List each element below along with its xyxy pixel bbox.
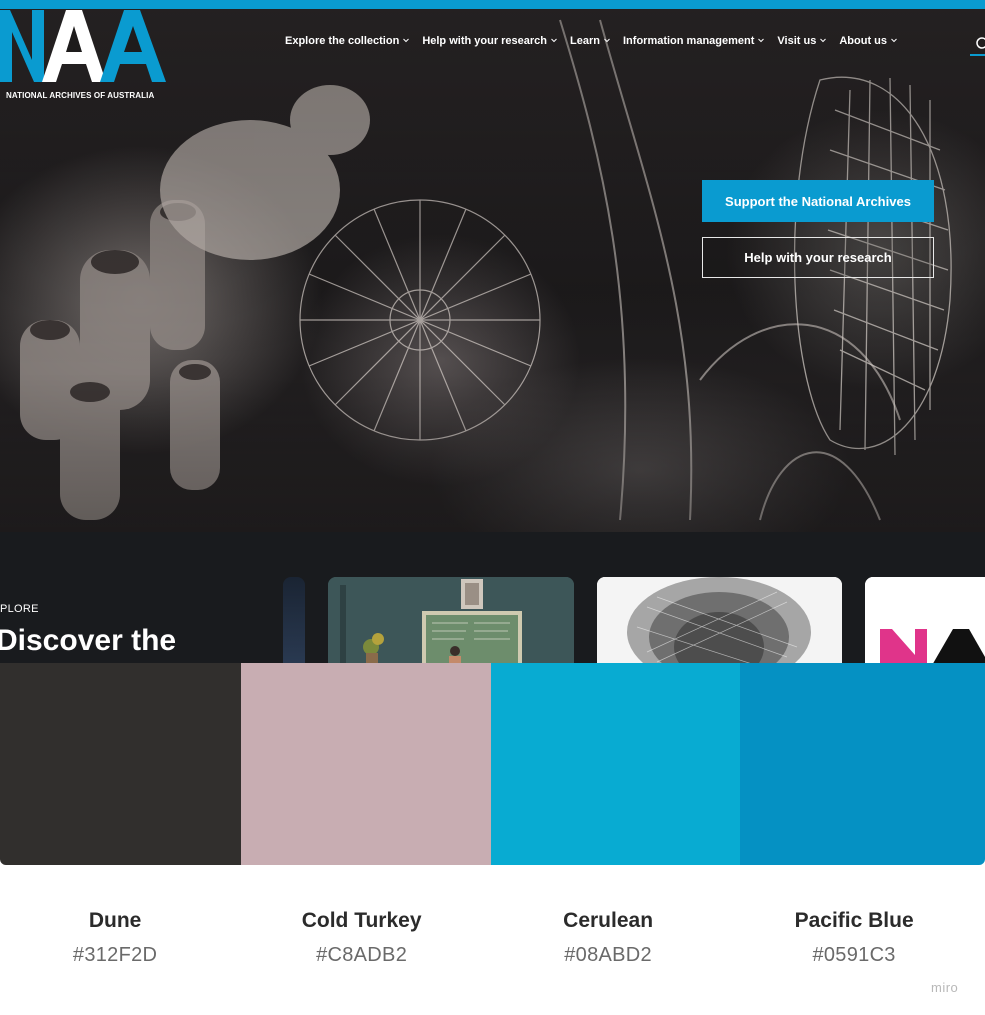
sketch-artwork-image (597, 577, 842, 667)
palette-labels: Dune #312F2D Cold Turkey #C8ADB2 Cerulea… (0, 906, 985, 970)
chevron-down-icon (891, 38, 897, 43)
chevron-down-icon (551, 38, 557, 43)
color-hex: #C8ADB2 (316, 944, 408, 966)
nav-label: Help with your research (422, 35, 548, 47)
hero-banner: NATIONAL ARCHIVES OF AUSTRALIA Explore t… (0, 0, 985, 532)
palette-label-cerulean: Cerulean #08ABD2 (493, 906, 723, 970)
collection-card-naa-logo[interactable] (865, 577, 985, 667)
chevron-down-icon (820, 38, 827, 43)
collection-card[interactable] (283, 577, 305, 667)
explore-heading: Discover the (0, 624, 177, 657)
nav-label: About us (839, 35, 888, 47)
swatch-cold-turkey (241, 663, 491, 865)
nav-label: Explore the collection (285, 35, 400, 47)
color-hex: #08ABD2 (564, 944, 652, 966)
collection-card-classroom-photo[interactable] (328, 577, 574, 667)
classroom-photo-image (328, 577, 574, 667)
color-hex: #312F2D (72, 944, 158, 966)
color-hex: #0591C3 (812, 944, 896, 966)
collection-card-sketch[interactable] (597, 577, 842, 667)
chevron-down-icon (604, 38, 610, 43)
palette-label-pacific-blue: Pacific Blue #0591C3 (723, 906, 985, 970)
color-name: Cold Turkey (301, 909, 422, 932)
naa-pink-logo-image (865, 577, 985, 667)
nav-label: Learn (570, 35, 600, 47)
logo-caption: NATIONAL ARCHIVES OF AUSTRALIA (6, 91, 155, 100)
palette-label-cold-turkey: Cold Turkey #C8ADB2 (230, 906, 493, 970)
palette-label-dune: Dune #312F2D (0, 906, 230, 970)
nav-information-management[interactable]: Information management (623, 35, 765, 47)
chevron-down-icon (758, 38, 765, 43)
nav-about-us[interactable]: About us (839, 35, 897, 47)
color-name: Dune (88, 909, 142, 932)
swatch-pacific-blue (740, 663, 985, 865)
help-with-your-research-button[interactable]: Help with your research (702, 237, 934, 278)
miro-watermark: miro (931, 980, 959, 995)
support-the-national-archives-button[interactable]: Support the National Archives (702, 180, 934, 222)
nav-help-with-your-research[interactable]: Help with your research (422, 35, 557, 47)
color-name: Pacific Blue (794, 909, 914, 932)
nav-visit-us[interactable]: Visit us (777, 35, 827, 47)
nav-explore-the-collection[interactable]: Explore the collection (285, 35, 410, 47)
nav-learn[interactable]: Learn (570, 35, 610, 47)
main-navigation: Explore the collection Help with your re… (285, 35, 910, 47)
swatch-dune (0, 663, 241, 865)
swatch-cerulean (491, 663, 740, 865)
chevron-down-icon (403, 38, 410, 43)
search-icon[interactable] (970, 34, 985, 56)
explore-eyebrow: PLORE (0, 603, 39, 615)
color-name: Cerulean (563, 909, 654, 932)
nav-label: Visit us (777, 35, 817, 47)
color-palette-swatches (0, 663, 985, 865)
nav-label: Information management (623, 35, 755, 47)
